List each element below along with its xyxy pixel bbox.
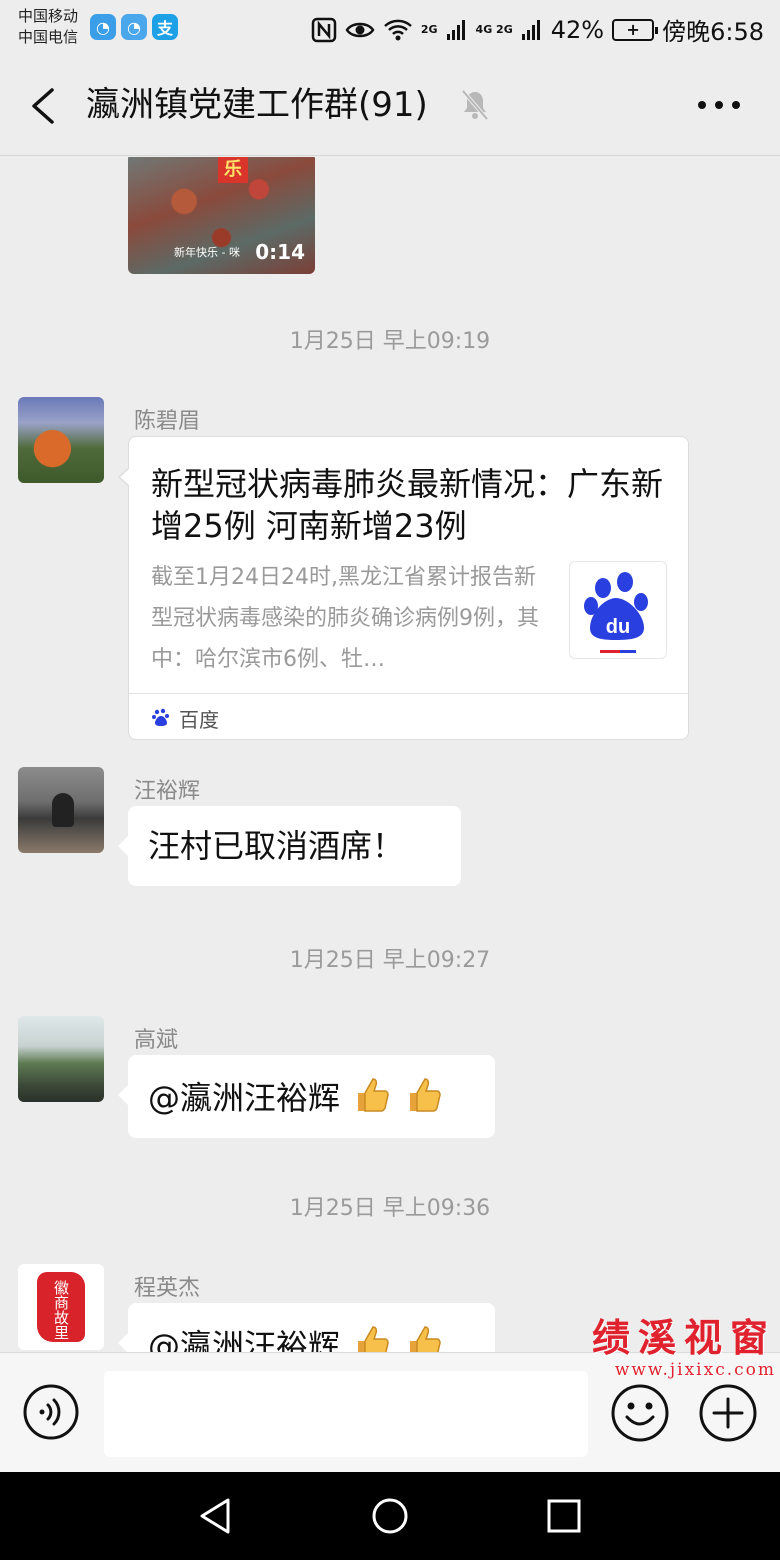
network-4g-label: 4G 2G [475,23,513,36]
watermark-brand: 绩溪视窗 [591,1315,776,1360]
voice-input-icon[interactable] [22,1383,80,1441]
message-text: 汪村已取消酒席！ [148,827,405,865]
message-text: @瀛洲汪裕辉 [148,1079,341,1117]
sender-name: 程英杰 [134,1276,201,1301]
message-input[interactable] [104,1371,588,1457]
avatar-seal: 徽商故里 [37,1272,85,1342]
chat-header: 瀛洲镇党建工作群(91) [0,56,780,156]
eye-comfort-icon [345,22,375,37]
video-caption: 新年快乐 - 咪 [174,246,240,259]
qq-notification-icon-2: ◔ [121,14,147,40]
nfc-icon [311,17,337,42]
qq-notification-icon: ◔ [90,14,116,40]
thumbs-up-emoji-icon [358,1078,389,1112]
sender-name: 汪裕辉 [134,779,201,804]
network-2g-label: 2G [420,23,438,36]
link-source: 百度 [179,708,219,732]
chat-message-list[interactable]: 乐 新年快乐 - 咪 0:14 1月25日 早上09:19 陈碧眉 新型冠状病毒… [0,157,780,1352]
alipay-notification-icon: 支 [152,14,178,40]
baidu-paw-icon: du [584,572,648,653]
nav-home-icon[interactable] [370,1496,410,1536]
link-footer: 百度 [129,693,688,739]
baidu-logo-icon: du [569,561,667,659]
baidu-small-icon [152,708,169,726]
thumbs-up-emoji-icon [410,1326,442,1352]
avatar[interactable]: 徽商故里 [18,1264,104,1350]
carrier-2: 中国电信 [18,28,79,46]
video-badge: 乐 [218,157,248,183]
watermark: 绩溪视窗 www.jixixc.com [591,1315,776,1381]
system-nav-bar [0,1472,780,1560]
avatar[interactable] [18,1016,104,1102]
thumbs-up-emoji-icon [358,1326,389,1352]
status-bar: 中国移动 中国电信 ◔ ◔ 支 2G 4G 2G 42% + 傍晚6:58 [0,0,780,56]
link-description: 截至1月24日24时,黑龙江省累计报告新型冠状病毒感染的肺炎确诊病例9例，其中：… [151,565,539,672]
video-duration: 0:14 [255,240,305,264]
signal-icon [446,19,465,40]
nav-recents-icon[interactable] [544,1496,584,1536]
wifi-icon [384,19,412,40]
watermark-url: www.jixixc.com [614,1360,776,1380]
plus-icon[interactable] [698,1383,758,1443]
notification-icons: ◔ ◔ 支 [90,14,178,40]
sender-name: 高斌 [134,1028,179,1053]
timestamp: 1月25日 早上09:36 [289,1196,491,1221]
avatar[interactable] [18,767,104,853]
signal-icon-2 [521,19,540,40]
battery-percent: 42% [550,15,605,44]
link-title: 新型冠状病毒肺炎最新情况：广东新增25例 河南新增23例 [151,465,664,545]
clock: 傍晚6:58 [662,18,764,46]
sender-name: 陈碧眉 [134,409,201,434]
link-card-message[interactable]: 新型冠状病毒肺炎最新情况：广东新增25例 河南新增23例 截至1月24日24时,… [118,436,689,740]
message-text: @瀛洲汪裕辉 [148,1327,341,1352]
text-message[interactable]: @瀛洲汪裕辉 [118,1055,495,1138]
timestamp: 1月25日 早上09:19 [289,329,491,354]
chat-title: 瀛洲镇党建工作群(91) [86,85,428,125]
svg-text:du: du [606,616,630,638]
timestamp: 1月25日 早上09:27 [289,948,491,973]
emoji-icon[interactable] [610,1383,670,1443]
avatar[interactable] [18,397,104,483]
carrier-1: 中国移动 [18,7,79,25]
status-indicators: 2G 4G 2G 42% + 傍晚6:58 [311,12,764,47]
mute-bell-icon [461,89,489,121]
carrier-info: 中国移动 中国电信 [18,6,78,48]
thumbs-up-emoji-icon [410,1078,442,1112]
text-message[interactable]: @瀛洲汪裕辉 [118,1303,495,1352]
nav-back-icon[interactable] [196,1496,236,1536]
back-arrow-icon[interactable] [24,84,64,128]
more-icon[interactable] [694,90,744,120]
text-message[interactable]: 汪村已取消酒席！ [118,806,461,886]
battery-charging-icon: + [612,18,659,41]
video-message[interactable]: 乐 新年快乐 - 咪 0:14 [128,157,315,274]
